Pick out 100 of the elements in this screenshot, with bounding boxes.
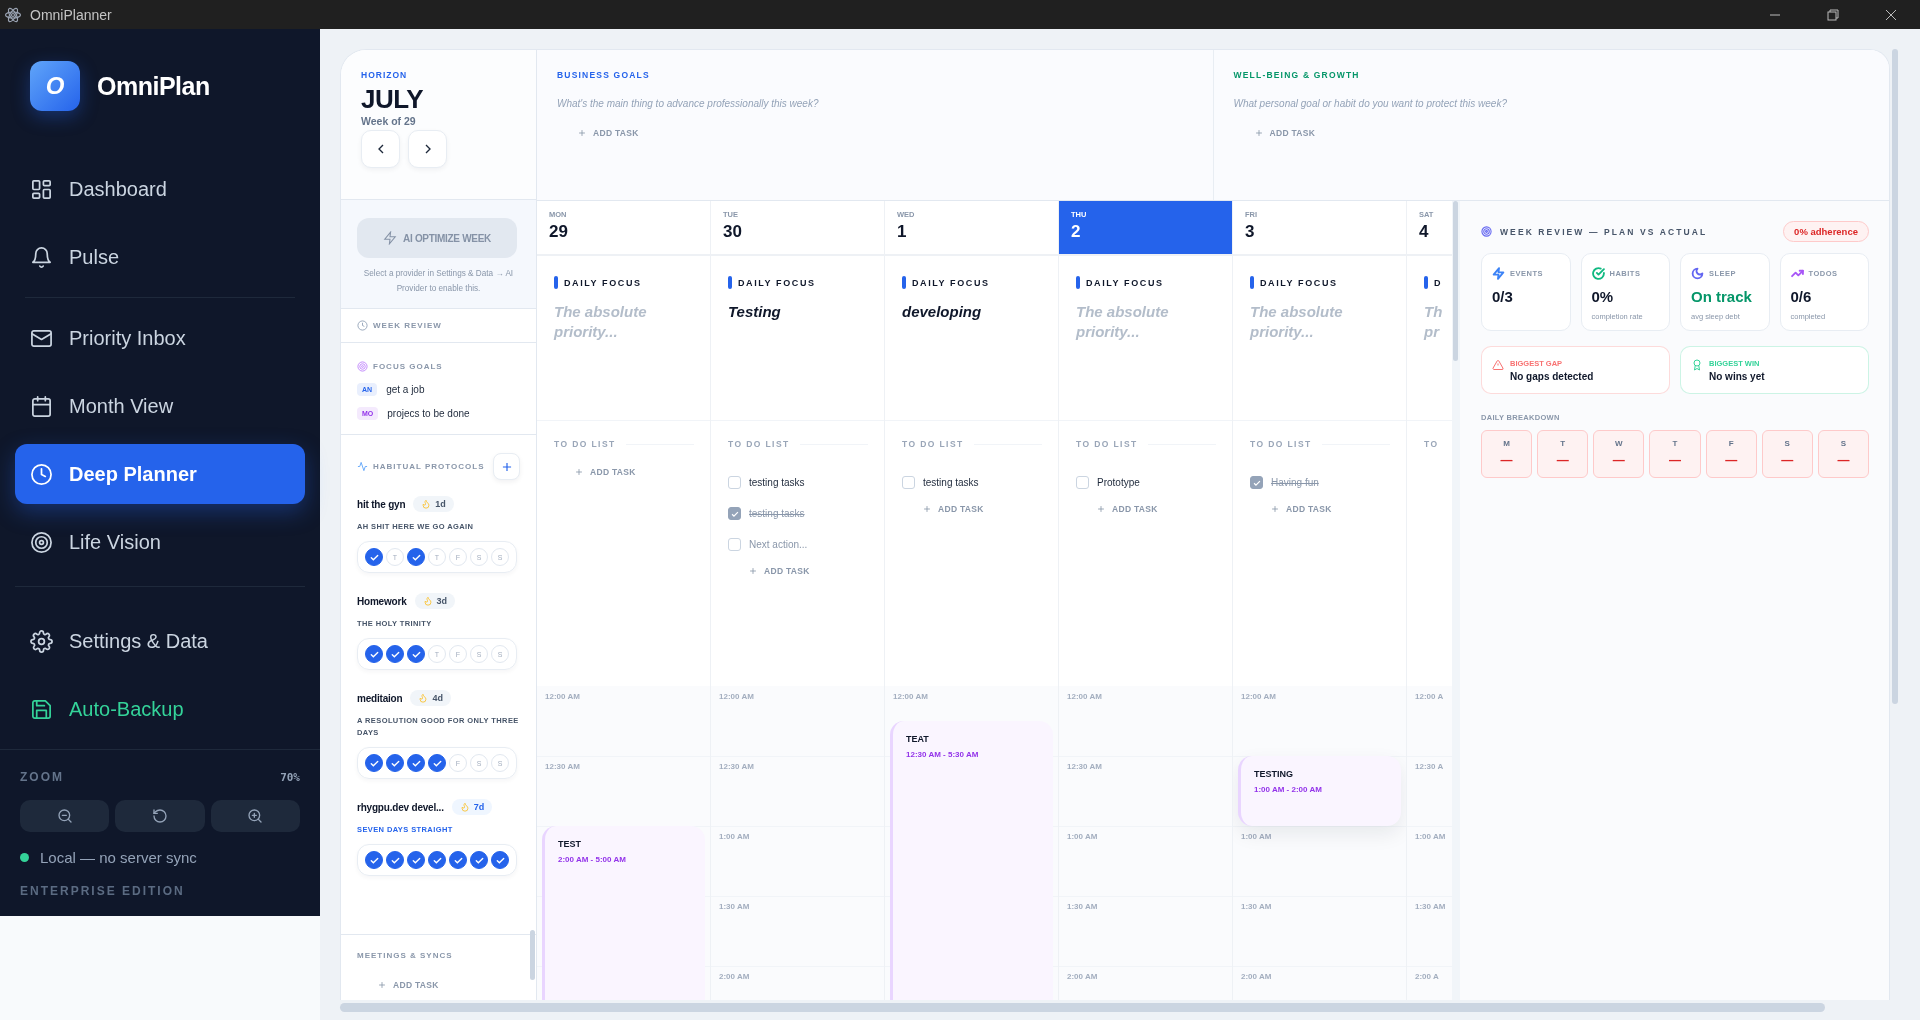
- task-text: Prototype: [1097, 477, 1140, 488]
- grid-icon: [30, 177, 53, 201]
- day-toggle[interactable]: [386, 851, 404, 869]
- event-block[interactable]: TEST 2:00 AM - 5:00 AM: [542, 826, 705, 1000]
- day-toggle[interactable]: [365, 754, 383, 772]
- event-time: 2:00 AM - 5:00 AM: [558, 855, 627, 864]
- review-title: WEEK REVIEW — PLAN VS ACTUAL: [1500, 226, 1708, 237]
- time-label: 1:30 AM: [719, 902, 750, 911]
- add-task-button[interactable]: ADD TASK: [748, 566, 810, 576]
- highlight-text: No gaps detected: [1510, 371, 1594, 382]
- add-task-button[interactable]: ADD TASK: [1096, 504, 1158, 514]
- day-toggle[interactable]: [449, 851, 467, 869]
- focus-marker: [1250, 276, 1254, 289]
- checkbox[interactable]: [728, 538, 741, 551]
- day-toggle[interactable]: [386, 645, 404, 663]
- zoom-out-button[interactable]: [20, 800, 110, 832]
- todo-label: TO: [1424, 439, 1439, 449]
- day-toggle[interactable]: [365, 851, 383, 869]
- app-icon: [4, 5, 22, 24]
- day-toggle[interactable]: [407, 645, 425, 663]
- day-letter: S: [1840, 439, 1847, 448]
- focus-label: DAILY FOCUS: [1086, 277, 1164, 288]
- streak-badge: 3d: [414, 593, 456, 609]
- day-score: —: [1612, 453, 1625, 467]
- scrollbar[interactable]: [1453, 201, 1458, 361]
- focus-field[interactable]: developing: [902, 302, 1058, 322]
- focus-field[interactable]: The absolute priority...: [1250, 302, 1406, 342]
- goal-text: projecs to be done: [387, 408, 470, 419]
- pulse-icon: [357, 461, 368, 472]
- section-title: MEETINGS & SYNCS: [357, 951, 454, 960]
- day-toggle[interactable]: [407, 754, 425, 772]
- nav-item[interactable]: Deep Planner: [15, 444, 305, 504]
- week-review-link[interactable]: WEEK REVIEW: [373, 321, 442, 330]
- focus-field[interactable]: The absolute priority...: [554, 302, 710, 342]
- time-label: 12:00 AM: [719, 692, 754, 701]
- checkbox[interactable]: [1076, 476, 1089, 489]
- checkbox[interactable]: [728, 476, 741, 489]
- nav-item[interactable]: Life Vision: [15, 512, 305, 572]
- plus-icon: [1096, 504, 1106, 514]
- zoom-in-button[interactable]: [210, 800, 300, 832]
- day-letter: T: [1560, 439, 1566, 448]
- add-habit-button[interactable]: [493, 453, 520, 480]
- checkbox[interactable]: [1250, 476, 1263, 489]
- add-task-button[interactable]: ADD TASK: [1270, 504, 1332, 514]
- add-task-button[interactable]: ADD TASK: [574, 467, 636, 477]
- time-label: 2:00 AM: [1241, 972, 1272, 981]
- nav-item[interactable]: Month View: [15, 376, 305, 436]
- scrollbar[interactable]: [1892, 49, 1898, 704]
- event-block[interactable]: TEAT 12:30 AM - 5:30 AM: [890, 721, 1053, 1000]
- time-label: 1:00 AM: [1241, 832, 1272, 841]
- day-letter: S: [1784, 439, 1790, 448]
- award-icon: [1691, 359, 1703, 371]
- streak-badge: 7d: [451, 799, 493, 815]
- checkbox[interactable]: [902, 476, 915, 489]
- day-toggle[interactable]: [407, 548, 425, 566]
- focus-label: DAILY FOCUS: [564, 277, 642, 288]
- day-toggle[interactable]: [407, 851, 425, 869]
- habit-name: hit the gyn: [357, 498, 406, 510]
- zoom-in-icon: [247, 808, 264, 824]
- add-task-button[interactable]: ADD TASK: [922, 504, 984, 514]
- section-title: FOCUS GOALS: [373, 362, 443, 371]
- focus-field[interactable]: Th pr: [1424, 302, 1452, 342]
- add-task-button[interactable]: ADD TASK: [377, 980, 439, 990]
- focus-field[interactable]: Testing: [728, 302, 884, 322]
- event-title: TEST: [558, 839, 582, 849]
- add-task-button[interactable]: ADD TASK: [577, 128, 639, 138]
- plus-icon: [574, 467, 584, 477]
- todo-label: TO DO LIST: [554, 439, 616, 449]
- checkbox[interactable]: [728, 507, 741, 520]
- focus-label: DAILY FOCUS: [1260, 277, 1338, 288]
- day-toggle[interactable]: [470, 851, 488, 869]
- event-time: 12:30 AM - 5:30 AM: [906, 750, 980, 759]
- scrollbar[interactable]: [530, 930, 535, 980]
- day-toggle[interactable]: [428, 754, 446, 772]
- goal-input[interactable]: What personal goal or habit do you want to protect this week?: [1233, 96, 1869, 110]
- focus-field[interactable]: The absolute priority...: [1076, 302, 1232, 342]
- event-title: TEAT: [906, 734, 930, 744]
- nav-item[interactable]: Auto-Backup: [15, 679, 305, 739]
- zoom-reset-button[interactable]: [115, 800, 205, 832]
- focus-marker: [728, 276, 732, 289]
- day-toggle[interactable]: [365, 548, 383, 566]
- add-task-button[interactable]: ADD TASK: [1253, 128, 1316, 138]
- nav-item[interactable]: Dashboard: [15, 159, 305, 219]
- event-block[interactable]: TESTING 1:00 AM - 2:00 AM: [1238, 756, 1401, 826]
- zoom-label: ZOOM: [20, 770, 64, 784]
- zoom-out-icon: [56, 808, 73, 824]
- time-label: 1:00 AM: [1415, 832, 1446, 841]
- nav-item[interactable]: Settings & Data: [15, 611, 305, 671]
- day-toggle[interactable]: [386, 754, 404, 772]
- nav-item[interactable]: Priority Inbox: [15, 308, 305, 368]
- day-toggle[interactable]: [491, 851, 509, 869]
- nav-item[interactable]: Pulse: [15, 227, 305, 287]
- task-input[interactable]: Next action...: [749, 539, 859, 550]
- goal-input[interactable]: What's the main thing to advance professionally this week?: [557, 96, 1193, 110]
- section-title: HABITUAL PROTOCOLS: [373, 462, 485, 471]
- target-icon: [30, 530, 53, 554]
- day-toggle[interactable]: [365, 645, 383, 663]
- day-toggle[interactable]: [428, 851, 446, 869]
- todo-label: TO DO LIST: [902, 439, 964, 449]
- scrollbar[interactable]: [340, 1003, 1825, 1012]
